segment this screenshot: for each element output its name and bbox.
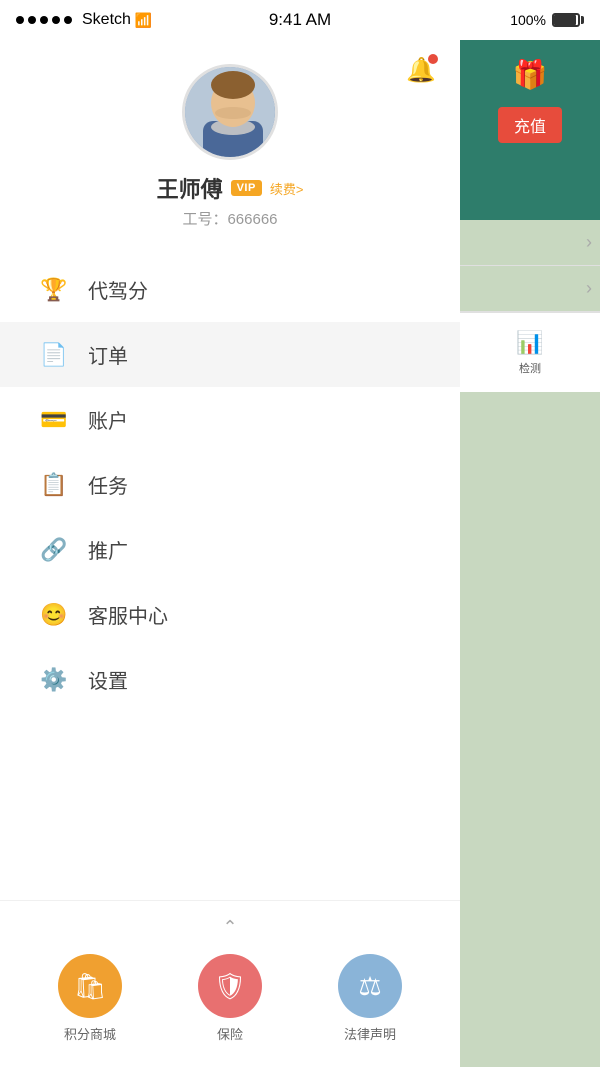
notification-bell[interactable]: 🔔 bbox=[406, 56, 436, 85]
vip-badge: VIP bbox=[231, 180, 262, 196]
right-bottom: 📊 检测 bbox=[460, 312, 600, 392]
menu-label-shezhi: 设置 bbox=[88, 665, 128, 694]
avatar-image bbox=[185, 67, 275, 157]
status-left: Sketch 📶 bbox=[16, 11, 152, 29]
signal-dots bbox=[16, 16, 72, 24]
detect-label: 检测 bbox=[519, 360, 541, 376]
app-name: Sketch bbox=[82, 11, 131, 29]
bottom-icon-falv[interactable]: ⚖ 法律声明 bbox=[338, 954, 402, 1043]
bottom-icon-jifen[interactable]: 🛍 积分商城 bbox=[58, 954, 122, 1043]
bottom-circle-baoxian: 🛡 bbox=[198, 954, 262, 1018]
menu-item-zhanghu[interactable]: 💳 账户 bbox=[0, 387, 460, 452]
menu-icon-kefu: 😊 bbox=[40, 602, 68, 628]
menu-item-daijiafen[interactable]: 🏆 代驾分 bbox=[0, 257, 460, 322]
status-right: 100% bbox=[510, 12, 584, 28]
menu-icon-dingdan: 📄 bbox=[40, 342, 68, 368]
menu-label-renwu: 任务 bbox=[88, 470, 128, 499]
menu-icon-renwu: 📋 bbox=[40, 472, 68, 498]
menu-item-kefu[interactable]: 😊 客服中心 bbox=[0, 582, 460, 647]
recharge-button[interactable]: 充值 bbox=[498, 107, 562, 143]
status-time: 9:41 AM bbox=[269, 10, 331, 30]
menu-label-tuiguang: 推广 bbox=[88, 535, 128, 564]
bottom-icons: 🛍 积分商城 🛡 保险 ⚖ 法律声明 bbox=[0, 954, 460, 1043]
menu-icon-tuiguang: 🔗 bbox=[40, 537, 68, 563]
collapse-arrow[interactable]: ⌃ bbox=[0, 917, 460, 938]
vip-renew-link[interactable]: 续费> bbox=[270, 179, 304, 198]
drawer-panel: 🔔 bbox=[0, 40, 460, 1067]
bottom-label-jifen: 积分商城 bbox=[64, 1024, 116, 1043]
menu-label-kefu: 客服中心 bbox=[88, 600, 168, 629]
battery-icon bbox=[552, 13, 584, 27]
detect-icon[interactable]: 📊 bbox=[516, 330, 543, 356]
menu-label-daijiafen: 代驾分 bbox=[88, 275, 148, 304]
right-panel-top: 🎁 充值 bbox=[460, 40, 600, 220]
chevron-1[interactable]: › bbox=[460, 220, 600, 266]
bottom-circle-jifen: 🛍 bbox=[58, 954, 122, 1018]
user-name-row: 王师傅 VIP 续费> bbox=[157, 172, 304, 204]
avatar bbox=[182, 64, 278, 160]
menu-item-renwu[interactable]: 📋 任务 bbox=[0, 452, 460, 517]
menu-label-dingdan: 订单 bbox=[88, 340, 128, 369]
user-id: 工号：666666 bbox=[182, 208, 277, 229]
menu-label-zhanghu: 账户 bbox=[88, 405, 128, 434]
profile-section: 🔔 bbox=[0, 40, 460, 249]
menu-icon-zhanghu: 💳 bbox=[40, 407, 68, 433]
bottom-label-falv: 法律声明 bbox=[344, 1024, 396, 1043]
gift-icon[interactable]: 🎁 bbox=[513, 58, 548, 91]
menu-list: 🏆 代驾分 📄 订单 💳 账户 📋 任务 🔗 推广 😊 客服中心 ⚙️ 设置 bbox=[0, 249, 460, 900]
bottom-section: ⌃ 🛍 积分商城 🛡 保险 ⚖ 法律声明 bbox=[0, 900, 460, 1067]
main-layout: 🔔 bbox=[0, 40, 600, 1067]
chevron-2[interactable]: › bbox=[460, 266, 600, 312]
bottom-icon-baoxian[interactable]: 🛡 保险 bbox=[198, 954, 262, 1043]
user-name: 王师傅 bbox=[157, 172, 223, 204]
menu-item-tuiguang[interactable]: 🔗 推广 bbox=[0, 517, 460, 582]
bottom-circle-falv: ⚖ bbox=[338, 954, 402, 1018]
battery-percent: 100% bbox=[510, 12, 546, 28]
bottom-label-baoxian: 保险 bbox=[217, 1024, 243, 1043]
menu-icon-shezhi: ⚙️ bbox=[40, 667, 68, 693]
status-bar: Sketch 📶 9:41 AM 100% bbox=[0, 0, 600, 40]
menu-item-shezhi[interactable]: ⚙️ 设置 bbox=[0, 647, 460, 712]
notification-dot bbox=[428, 54, 438, 64]
menu-icon-daijiafen: 🏆 bbox=[40, 277, 68, 303]
wifi-icon: 📶 bbox=[135, 12, 152, 29]
menu-item-dingdan[interactable]: 📄 订单 bbox=[0, 322, 460, 387]
right-panel: 🎁 充值 › › 成商業大廈 ◯SUN-B 🏠粉领安居 bbox=[460, 40, 600, 1067]
